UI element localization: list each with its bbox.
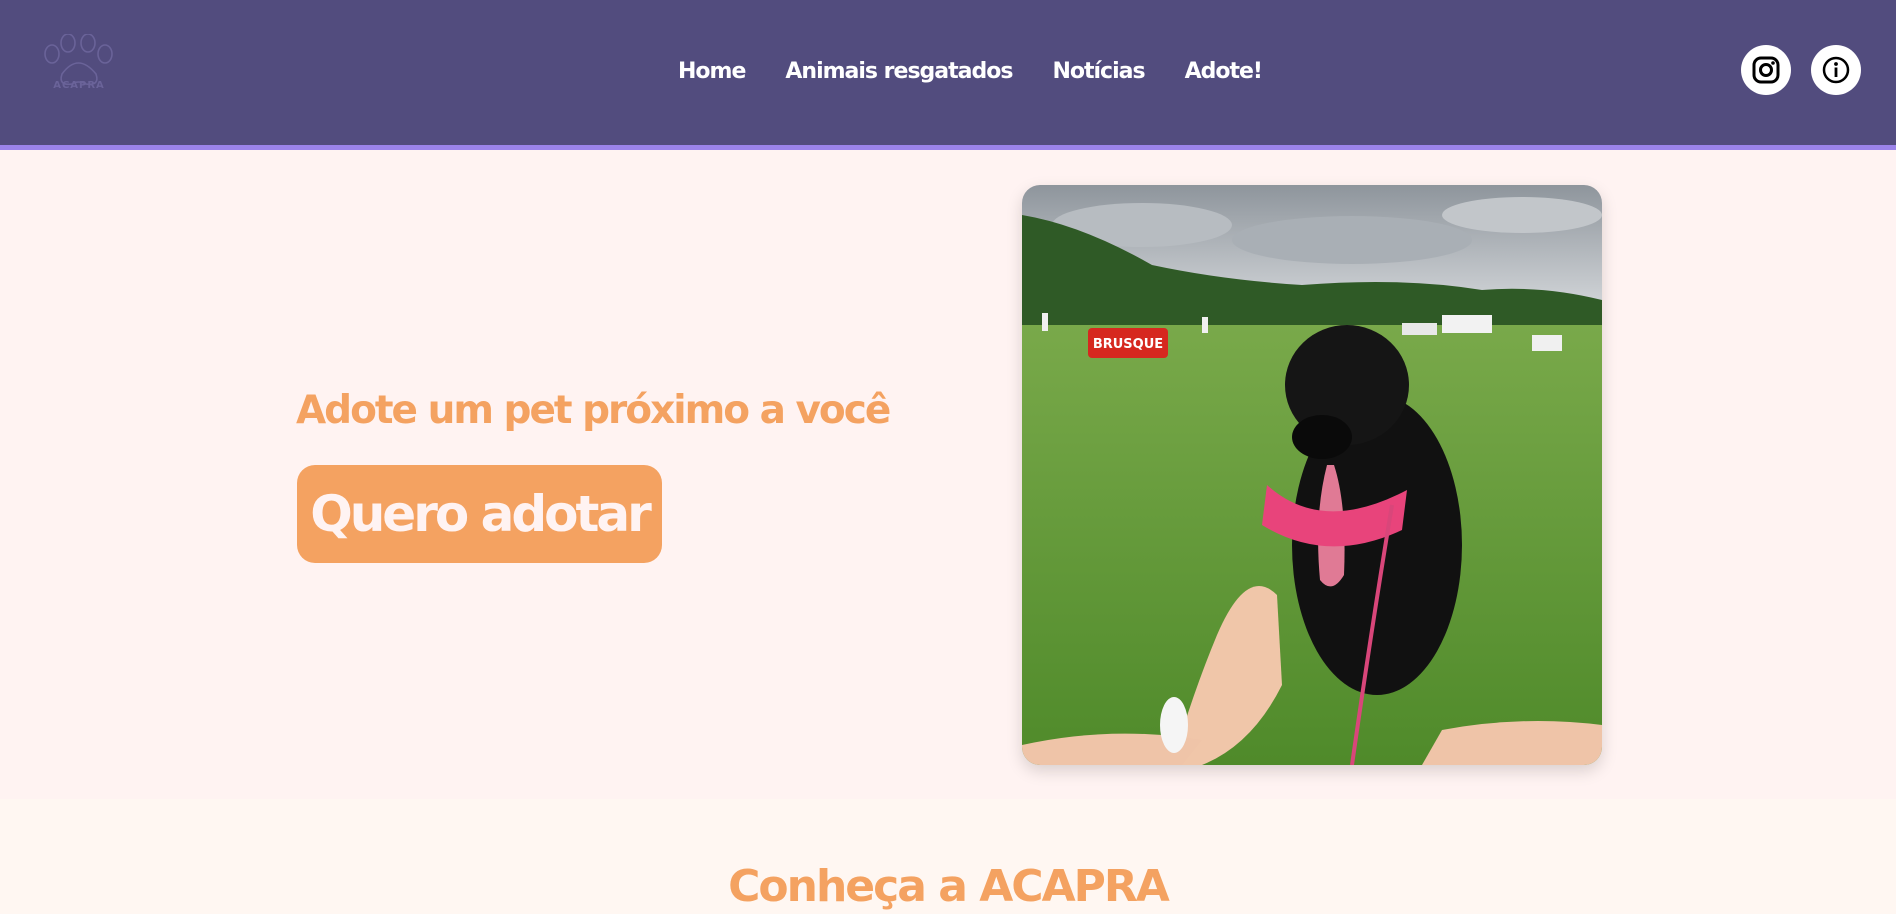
logo-text: ACAPRA bbox=[53, 80, 105, 91]
acapra-logo[interactable]: ACAPRA bbox=[38, 33, 120, 96]
about-section: Conheça a ACAPRA bbox=[0, 799, 1896, 914]
main-nav: Home Animais resgatados Notícias Adote! bbox=[678, 58, 1263, 86]
hero-dog-photo: BRUSQUE bbox=[1022, 185, 1602, 765]
site-header: ACAPRA Home Animais resgatados Notícias … bbox=[0, 0, 1896, 150]
about-title: Conheça a ACAPRA bbox=[728, 861, 1170, 912]
nav-animais-resgatados[interactable]: Animais resgatados bbox=[785, 58, 1013, 86]
instagram-button[interactable] bbox=[1741, 45, 1791, 95]
nav-noticias[interactable]: Notícias bbox=[1052, 58, 1145, 86]
instagram-icon bbox=[1752, 56, 1780, 84]
info-icon bbox=[1822, 56, 1850, 84]
nav-adote[interactable]: Adote! bbox=[1185, 58, 1263, 86]
info-button[interactable] bbox=[1811, 45, 1861, 95]
photo-sign-text: BRUSQUE bbox=[1093, 337, 1163, 352]
quero-adotar-button[interactable]: Quero adotar bbox=[297, 465, 662, 563]
dog-photo-illustration: BRUSQUE bbox=[1022, 185, 1602, 765]
hero-title: Adote um pet próximo a você bbox=[296, 388, 891, 433]
hero-section: Adote um pet próximo a você Quero adotar bbox=[0, 150, 1896, 799]
nav-home[interactable]: Home bbox=[678, 58, 746, 86]
